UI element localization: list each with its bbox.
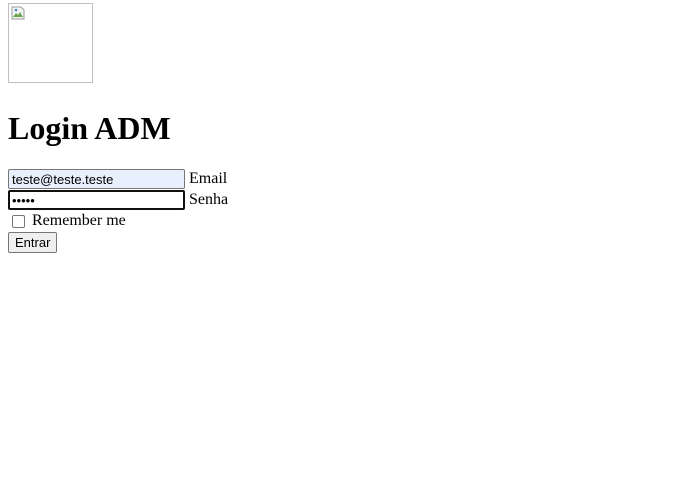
email-label: Email bbox=[189, 170, 228, 187]
email-field[interactable] bbox=[8, 169, 185, 189]
submit-button[interactable]: Entrar bbox=[8, 232, 58, 253]
remember-row: Remember me bbox=[11, 211, 692, 231]
password-label: Senha bbox=[189, 191, 229, 208]
remember-checkbox[interactable] bbox=[12, 214, 25, 228]
broken-image-icon bbox=[11, 6, 25, 20]
login-page: Login ADM Email Senha Remember me Entrar bbox=[0, 0, 700, 253]
password-field[interactable] bbox=[8, 190, 185, 210]
page-title: Login ADM bbox=[8, 110, 171, 146]
email-row: Email bbox=[8, 169, 692, 189]
logo-image bbox=[8, 3, 93, 83]
login-form: Email Senha Remember me Entrar bbox=[8, 169, 692, 253]
password-row: Senha bbox=[8, 190, 692, 210]
remember-label: Remember me bbox=[32, 212, 126, 229]
